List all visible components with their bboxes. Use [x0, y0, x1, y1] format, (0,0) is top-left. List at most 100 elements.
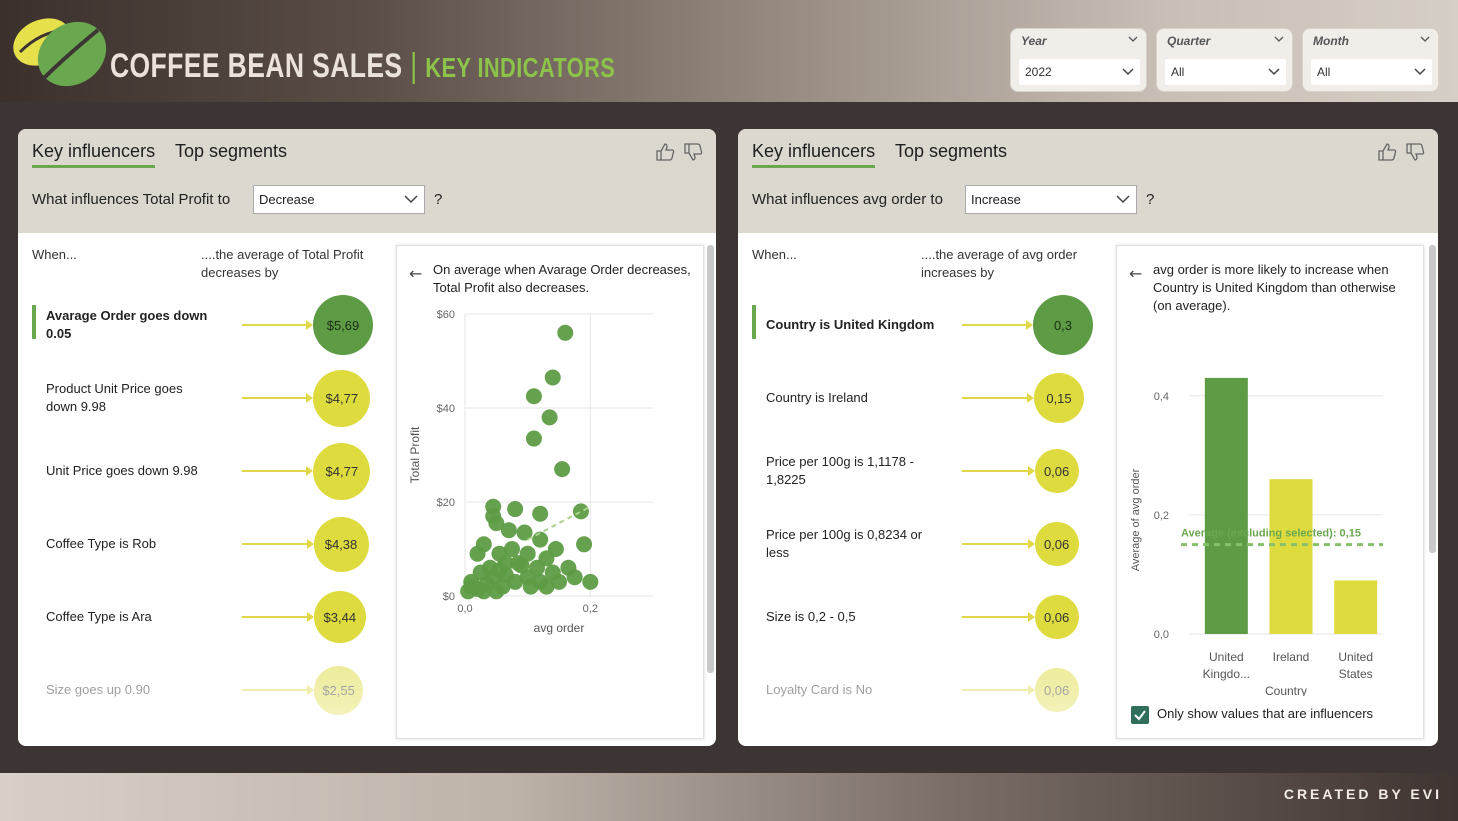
influencer-row[interactable]: Country is Ireland 0,15 [752, 365, 1098, 431]
back-arrow-icon[interactable]: ← [409, 264, 422, 283]
scatter-point[interactable] [576, 536, 593, 553]
influencer-row[interactable]: Loyalty Card is No 0,06 [752, 657, 1098, 723]
scatter-point[interactable] [469, 545, 486, 562]
scatter-point[interactable] [572, 503, 589, 520]
influencer-row[interactable]: Country is United Kingdom 0,3 [752, 292, 1098, 358]
influencer-row[interactable]: Coffee Type is Ara $3,44 [32, 584, 378, 650]
scatter-point[interactable] [475, 583, 492, 600]
detail-description: avg order is more likely to increase whe… [1153, 262, 1396, 313]
influencer-row[interactable]: Size is 0,2 - 0,5 0,06 [752, 584, 1098, 650]
scatter-point[interactable] [525, 388, 542, 405]
direction-dropdown[interactable]: Increase [965, 185, 1137, 214]
scrollbar[interactable] [1429, 245, 1436, 553]
right-key-influencers-panel: Key influencers Top segments What influe… [738, 129, 1438, 746]
x-tick-label: 0,2 [583, 603, 598, 615]
back-arrow-icon[interactable]: ← [1129, 264, 1142, 283]
bar[interactable] [1334, 580, 1378, 634]
direction-dropdown[interactable]: Decrease [253, 185, 425, 214]
scatter-point[interactable] [532, 505, 549, 522]
scatter-point[interactable] [554, 461, 571, 478]
bar[interactable] [1204, 377, 1248, 634]
influence-bubble[interactable]: 0,06 [1034, 668, 1079, 712]
influencer-label: Price per 100g is 0,8234 or less [766, 527, 923, 560]
influence-bubble[interactable]: $4,38 [313, 516, 369, 572]
x-axis-label: Country [1265, 684, 1307, 696]
influencers-only-checkbox[interactable] [1131, 706, 1149, 724]
checkbox-label[interactable]: Only show values that are influencers [1157, 706, 1373, 721]
chevron-down-icon [1268, 68, 1280, 76]
bar[interactable] [1269, 479, 1313, 634]
arrow-connector [962, 324, 1026, 326]
slicer-year-dropdown[interactable]: 2022 [1019, 59, 1140, 85]
tab-top-segments[interactable]: Top segments [175, 141, 287, 162]
reference-label: Average (excluding selected): 0,15 [1181, 528, 1361, 540]
slicer-label: Quarter [1167, 34, 1211, 48]
influence-bubble[interactable]: 0,15 [1034, 373, 1084, 423]
y-tick-label: $40 [437, 403, 455, 415]
scatter-point[interactable] [557, 324, 574, 341]
scrollbar[interactable] [707, 245, 714, 673]
y-tick-label: $0 [443, 591, 455, 603]
influence-bubble[interactable]: $2,55 [314, 665, 364, 715]
influencer-label: Unit Price goes down 9.98 [46, 463, 198, 478]
scatter-point[interactable] [522, 578, 539, 595]
chevron-down-icon[interactable] [1128, 34, 1138, 44]
influence-bubble[interactable]: 0,06 [1034, 595, 1079, 639]
scatter-point[interactable] [551, 573, 567, 590]
tab-key-influencers[interactable]: Key influencers [752, 141, 876, 168]
slicer-value: All [1171, 65, 1185, 79]
slicer-year: Year 2022 [1010, 28, 1147, 92]
scatter-point[interactable] [582, 573, 599, 590]
influence-bubble[interactable]: $5,69 [313, 295, 373, 355]
influencer-row[interactable]: Price per 100g is 0,8234 or less 0,06 [752, 511, 1098, 577]
influencer-label: Avarage Order goes down 0.05 [46, 308, 208, 341]
arrow-head-icon [306, 539, 314, 549]
scatter-point[interactable] [500, 522, 517, 539]
influencer-label: Coffee Type is Ara [46, 609, 152, 624]
selected-indicator [32, 305, 36, 339]
thumbs-down-icon[interactable] [682, 141, 704, 163]
arrow-connector [242, 689, 308, 691]
thumbs-up-icon[interactable] [654, 141, 676, 163]
arrow-connector [242, 616, 307, 618]
arrow-head-icon [306, 393, 314, 403]
scatter-point[interactable] [525, 430, 542, 447]
arrow-connector [242, 543, 307, 545]
influence-bubble[interactable]: $4,77 [313, 442, 371, 500]
influencer-row[interactable]: Product Unit Price goes down 9.98 $4,77 [32, 365, 378, 431]
influence-bubble[interactable]: 0,3 [1033, 295, 1093, 355]
dropdown-value: Decrease [259, 192, 315, 207]
influence-bubble[interactable]: $3,44 [313, 591, 366, 643]
influencer-row[interactable]: Price per 100g is 1,1178 - 1,8225 0,06 [752, 438, 1098, 504]
scatter-point[interactable] [541, 409, 558, 426]
slicer-quarter-dropdown[interactable]: All [1165, 59, 1286, 85]
influencer-label: Country is Ireland [766, 390, 868, 405]
influencer-row[interactable]: Unit Price goes down 9.98 $4,77 [32, 438, 378, 504]
scatter-point[interactable] [507, 501, 524, 518]
scatter-point[interactable] [566, 569, 583, 586]
arrow-head-icon [1026, 320, 1033, 330]
footer-banner [0, 773, 1458, 821]
influence-bubble[interactable]: 0,06 [1034, 449, 1079, 493]
tab-top-segments[interactable]: Top segments [895, 141, 1007, 162]
arrow-head-icon [307, 685, 315, 695]
scatter-point[interactable] [491, 562, 508, 579]
scatter-point[interactable] [544, 369, 561, 386]
col-header-when: When... [32, 247, 77, 262]
chevron-down-icon[interactable] [1274, 34, 1284, 44]
col-header-effect: ....the average of avg order increases b… [921, 247, 1078, 280]
scatter-point[interactable] [510, 555, 527, 572]
thumbs-up-icon[interactable] [1376, 141, 1398, 163]
influencer-row[interactable]: Avarage Order goes down 0.05 $5,69 [32, 292, 378, 358]
influencer-row[interactable]: Size goes up 0.90 $2,55 [32, 657, 378, 723]
thumbs-down-icon[interactable] [1404, 141, 1426, 163]
influence-bubble[interactable]: 0,06 [1034, 522, 1079, 566]
influencer-row[interactable]: Coffee Type is Rob $4,38 [32, 511, 378, 577]
x-tick-label: United Kingdo... [1203, 650, 1250, 681]
slicer-month-dropdown[interactable]: All [1311, 59, 1432, 85]
arrow-connector [962, 470, 1028, 472]
slicer-month: Month All [1302, 28, 1439, 92]
chevron-down-icon[interactable] [1420, 34, 1430, 44]
tab-key-influencers[interactable]: Key influencers [32, 141, 156, 168]
influence-bubble[interactable]: $4,77 [313, 369, 371, 427]
